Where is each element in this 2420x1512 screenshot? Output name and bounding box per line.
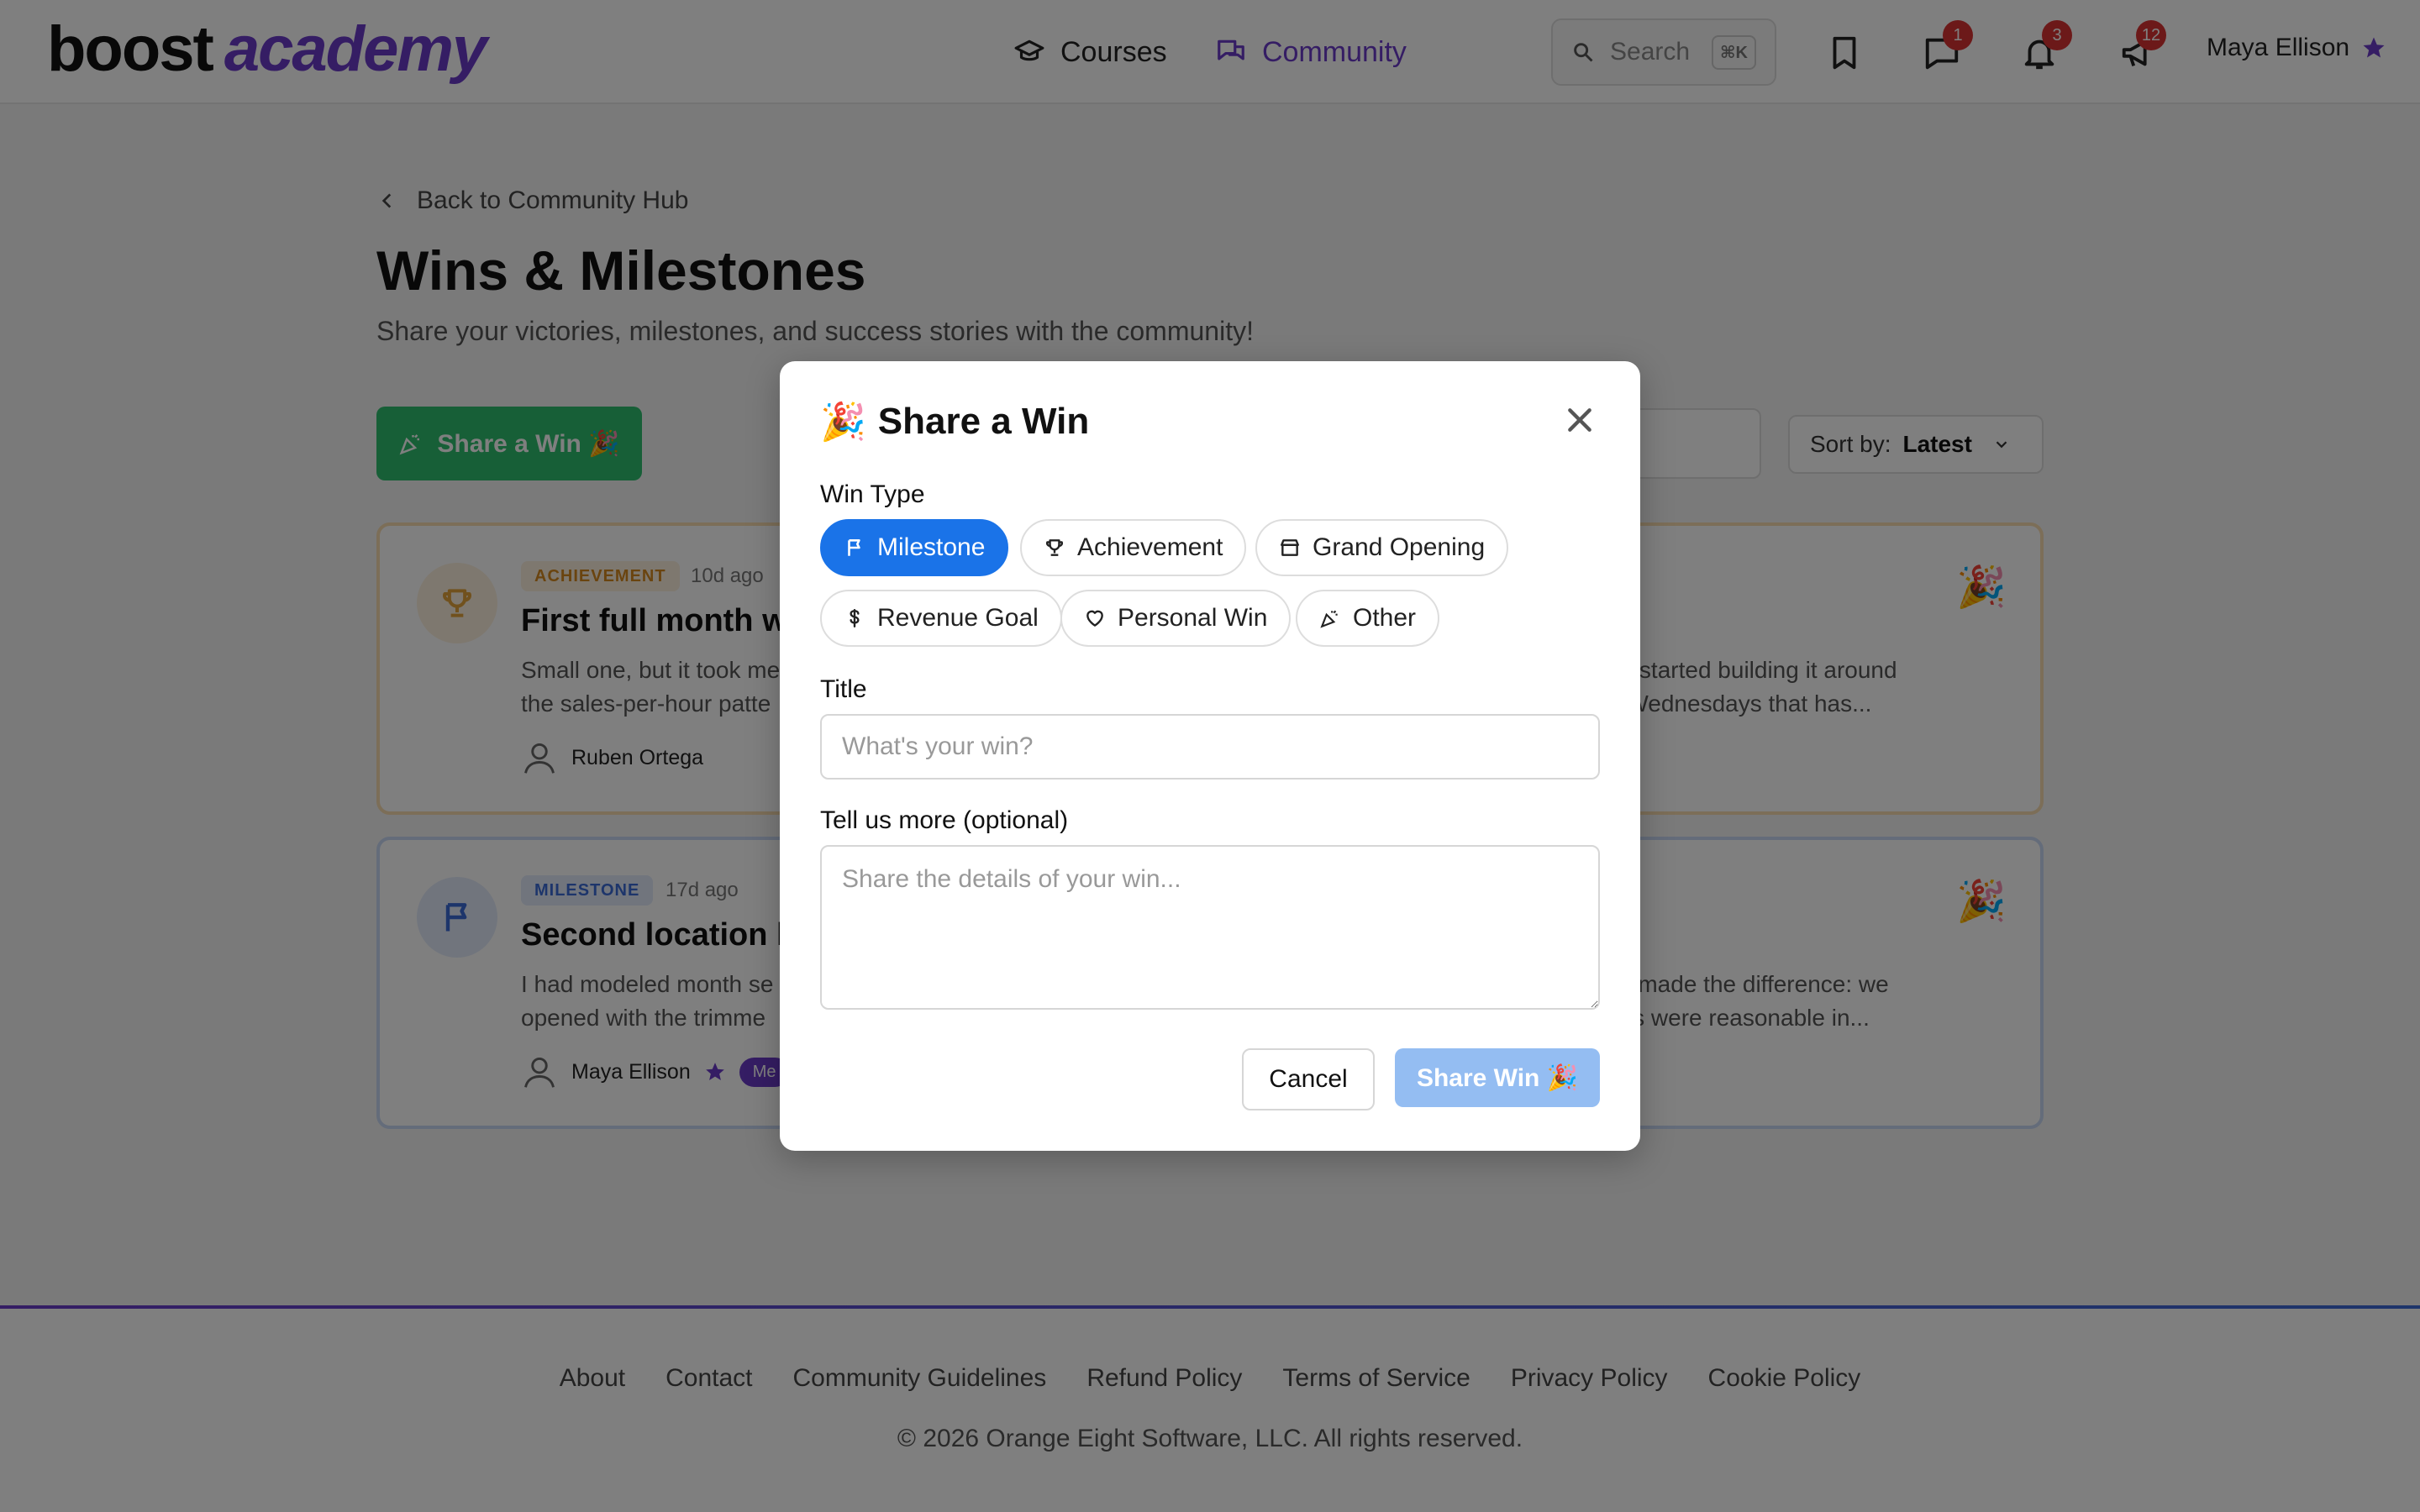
- pill-label: Personal Win: [1118, 604, 1268, 632]
- win-type-personal-win[interactable]: Personal Win: [1060, 590, 1292, 647]
- pill-label: Grand Opening: [1313, 533, 1486, 561]
- close-icon[interactable]: [1563, 403, 1597, 437]
- party-popper-icon: [1320, 610, 1338, 628]
- win-details-textarea[interactable]: [820, 845, 1600, 1010]
- share-win-modal: 🎉 Share a Win Win Type Milestone Achieve…: [780, 361, 1640, 1151]
- win-title-input[interactable]: [820, 714, 1600, 780]
- heart-icon: [1086, 610, 1103, 627]
- flag-icon: [848, 539, 860, 556]
- party-popper-icon: 🎉: [820, 402, 866, 443]
- win-type-grand-opening[interactable]: Grand Opening: [1255, 519, 1509, 576]
- pill-label: Achievement: [1077, 533, 1223, 561]
- trophy-icon: [1045, 539, 1064, 556]
- share-win-submit-button[interactable]: Share Win 🎉: [1395, 1048, 1600, 1107]
- title-label: Title: [820, 675, 867, 703]
- win-type-achievement[interactable]: Achievement: [1020, 519, 1247, 576]
- pill-label: Milestone: [877, 533, 986, 561]
- modal-title: 🎉 Share a Win: [820, 400, 1089, 444]
- win-type-label: Win Type: [820, 480, 925, 508]
- modal-title-text: Share a Win: [877, 401, 1090, 442]
- cancel-button[interactable]: Cancel: [1242, 1048, 1375, 1110]
- pill-label: Other: [1353, 604, 1417, 632]
- details-label: Tell us more (optional): [820, 806, 1069, 834]
- pill-label: Revenue Goal: [877, 604, 1039, 632]
- win-type-milestone[interactable]: Milestone: [820, 519, 1009, 576]
- storefront-icon: [1281, 539, 1299, 556]
- dollar-icon: [850, 609, 860, 627]
- win-type-other[interactable]: Other: [1296, 590, 1440, 647]
- win-type-revenue-goal[interactable]: Revenue Goal: [820, 590, 1062, 647]
